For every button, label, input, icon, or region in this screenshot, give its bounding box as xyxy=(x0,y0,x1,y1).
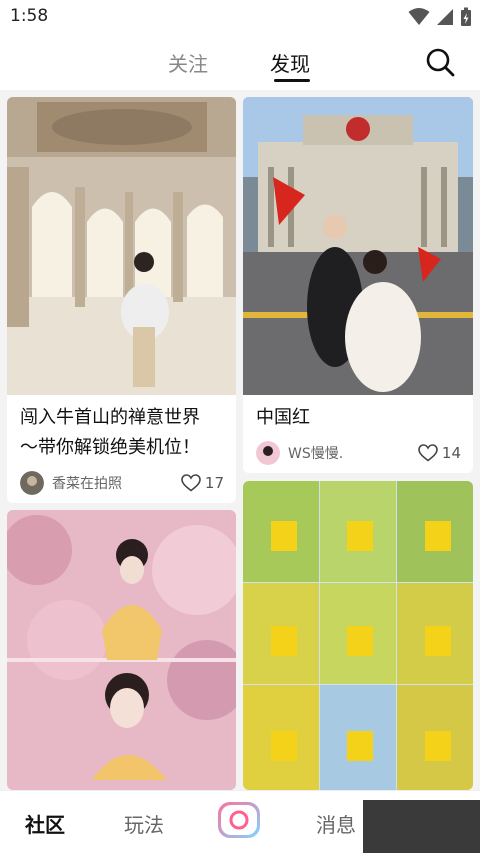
signal-icon xyxy=(437,9,453,25)
top-tab-bar: 关注 发现 xyxy=(0,34,480,90)
author-name[interactable]: WS慢慢. xyxy=(288,443,418,463)
camera-icon[interactable] xyxy=(216,799,262,841)
overlay-block xyxy=(363,800,480,853)
card-title: 闯入牛首山的禅意世界 xyxy=(20,407,200,428)
card-meta: WS慢慢. 14 xyxy=(256,440,461,466)
author-name[interactable]: 香菜在拍照 xyxy=(52,473,181,493)
like-count: 14 xyxy=(441,444,461,462)
card-cover-image[interactable] xyxy=(243,481,473,790)
heart-icon xyxy=(418,444,438,462)
feed-card[interactable] xyxy=(243,481,473,790)
card-title: 中国红 xyxy=(256,407,310,428)
status-bar: 1:58 xyxy=(0,0,480,34)
card-cover-image[interactable] xyxy=(7,97,236,395)
tab-discover[interactable]: 发现 xyxy=(270,48,310,77)
nav-play[interactable]: 玩法 xyxy=(124,809,164,838)
nav-community[interactable]: 社区 xyxy=(25,809,65,838)
wifi-icon xyxy=(408,8,430,25)
nav-messages[interactable]: 消息 xyxy=(316,809,356,838)
battery-icon xyxy=(461,7,471,26)
feed-card[interactable] xyxy=(7,510,236,790)
avatar[interactable] xyxy=(20,471,44,495)
heart-icon xyxy=(181,474,201,492)
active-tab-indicator xyxy=(274,79,310,82)
like-button[interactable]: 17 xyxy=(181,474,224,492)
avatar[interactable] xyxy=(256,441,280,465)
card-cover-image[interactable] xyxy=(7,510,236,790)
feed-card[interactable]: 中国红 WS慢慢. 14 xyxy=(243,97,473,473)
like-count: 17 xyxy=(204,474,224,492)
card-meta: 香菜在拍照 17 xyxy=(20,470,224,496)
card-title-line2: ～带你解锁绝美机位！ xyxy=(20,437,200,458)
feed-card[interactable]: 闯入牛首山的禅意世界 ～带你解锁绝美机位！ 香菜在拍照 17 xyxy=(7,97,236,503)
search-icon[interactable] xyxy=(424,46,456,78)
tab-follow[interactable]: 关注 xyxy=(168,48,208,77)
status-time: 1:58 xyxy=(10,6,49,26)
like-button[interactable]: 14 xyxy=(418,444,461,462)
card-cover-image[interactable] xyxy=(243,97,473,395)
status-icons xyxy=(408,7,472,27)
